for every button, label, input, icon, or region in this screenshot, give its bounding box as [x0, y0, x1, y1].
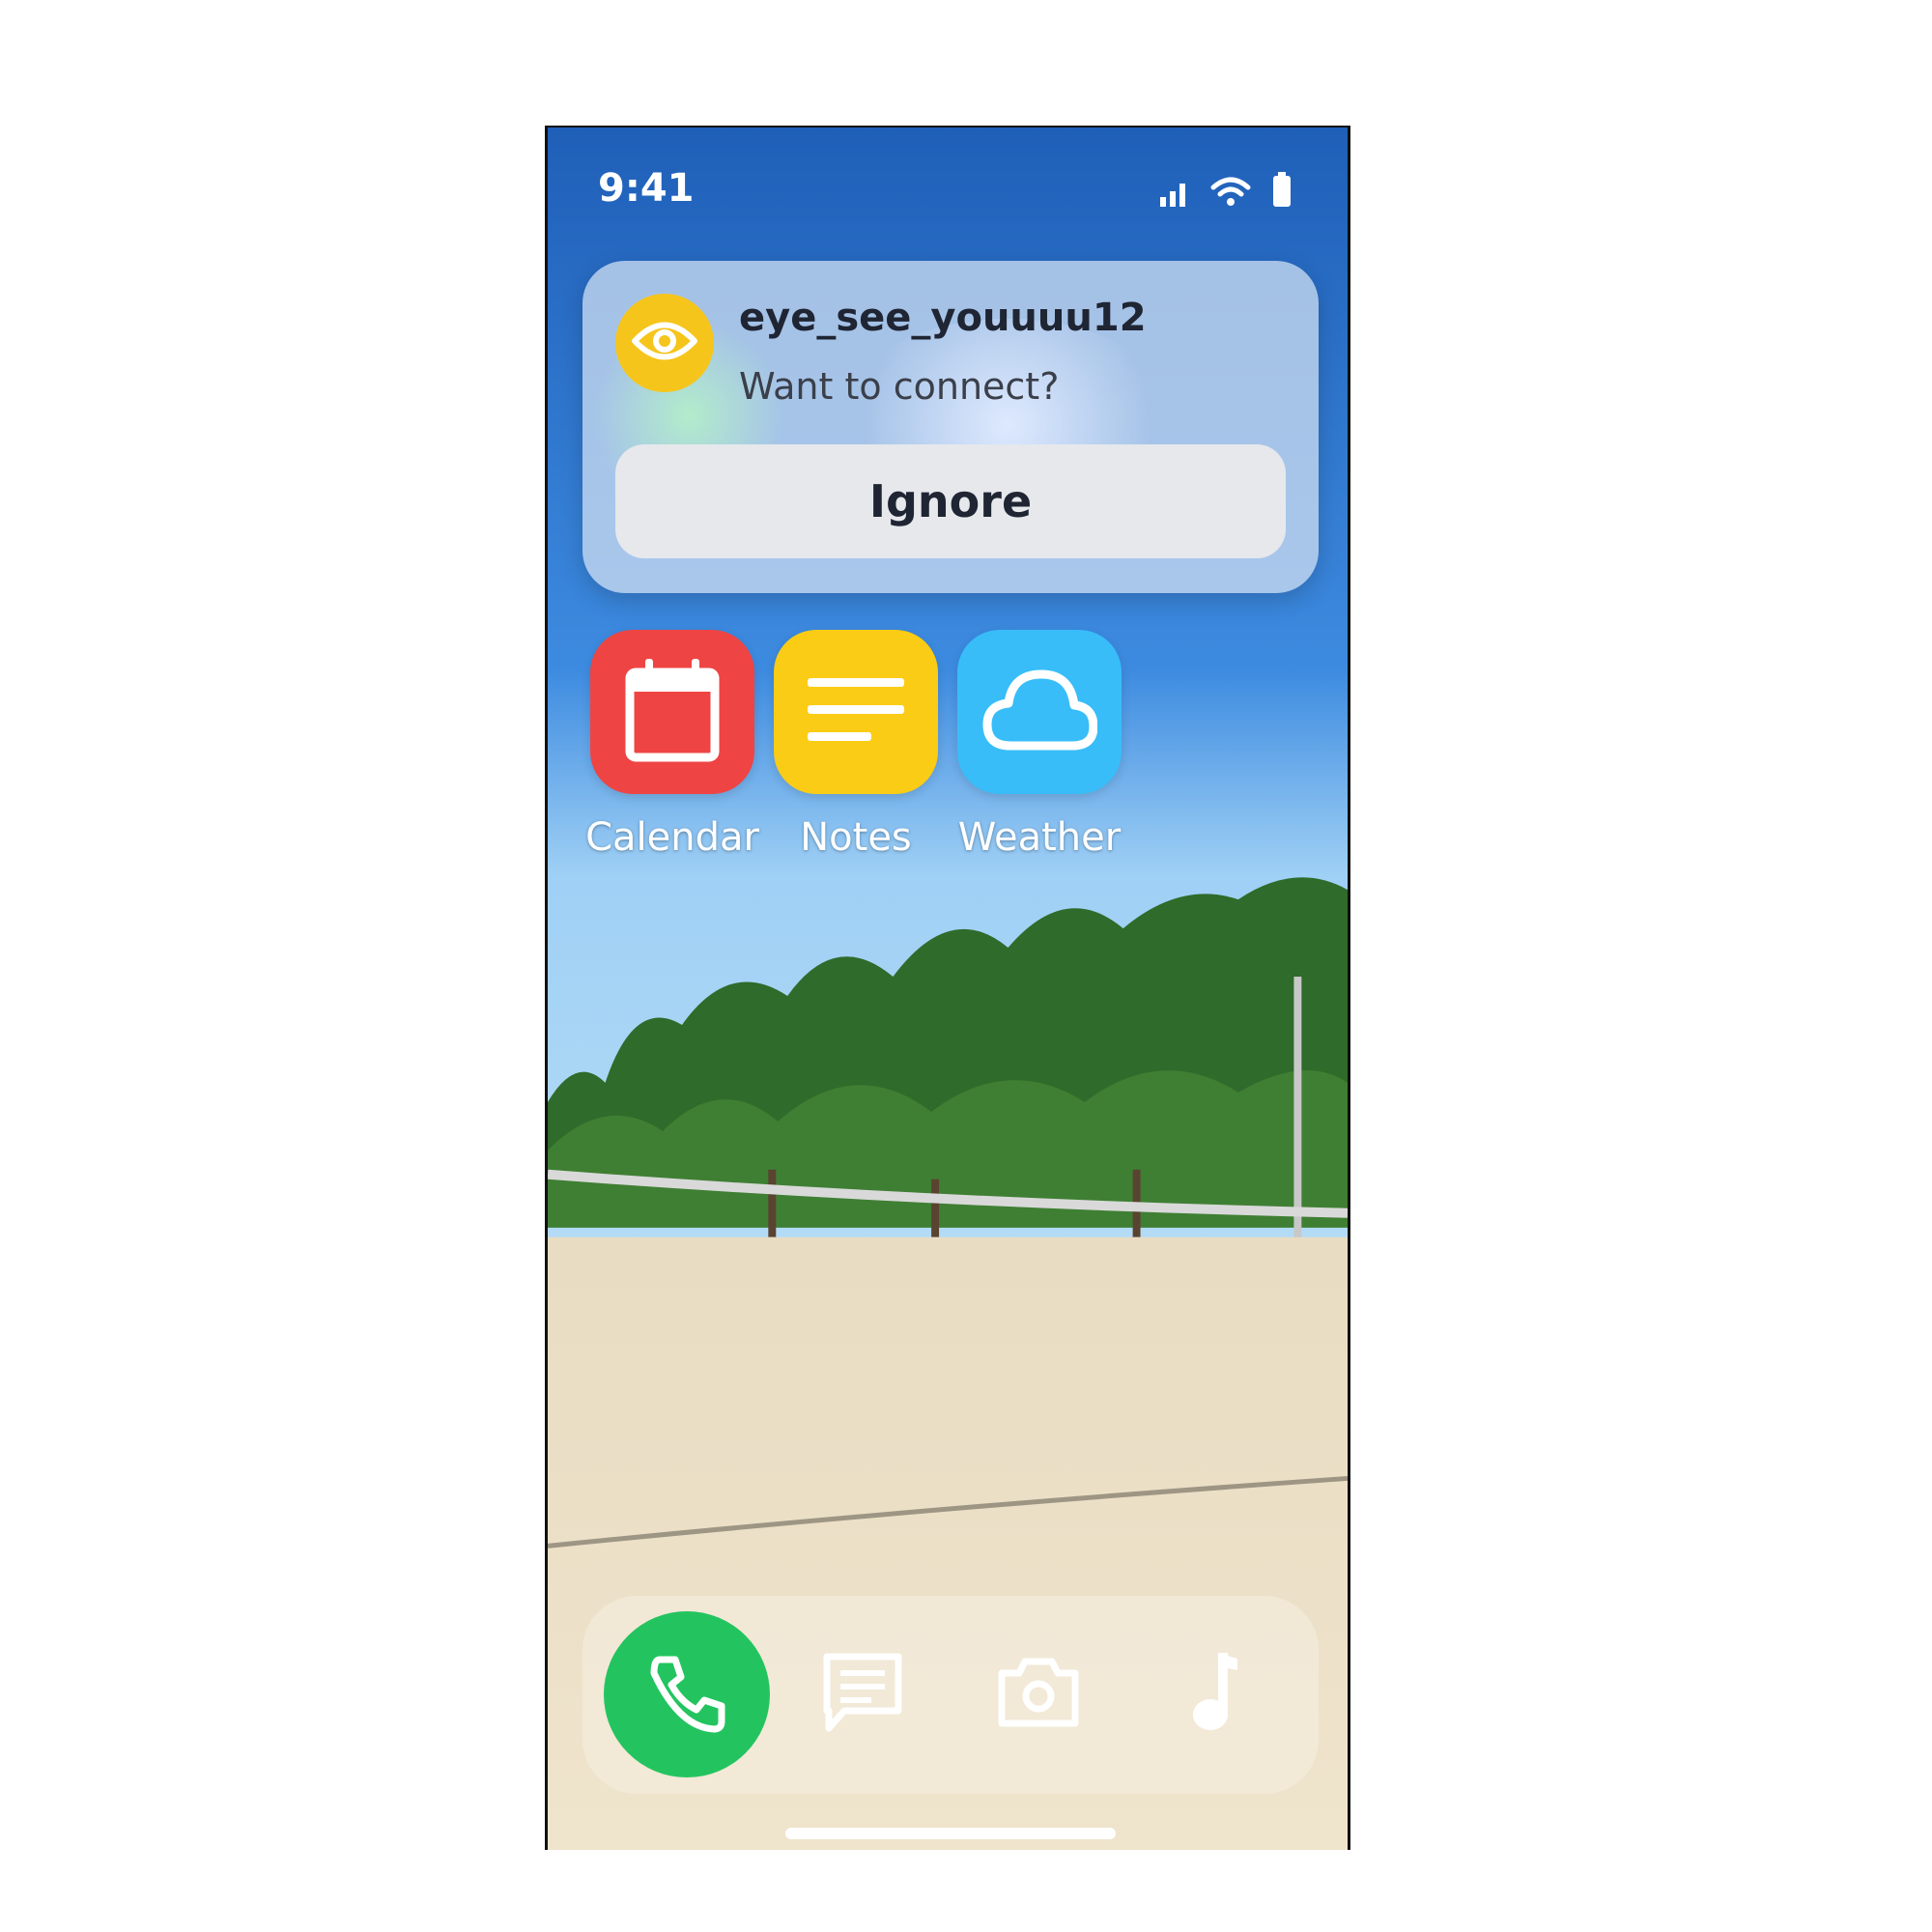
- eye-icon: [631, 317, 698, 369]
- weather-label: Weather: [957, 815, 1122, 860]
- dock-messages[interactable]: [780, 1611, 946, 1777]
- app-calendar[interactable]: Calendar: [585, 630, 759, 860]
- notification-message: Want to connect?: [739, 365, 1060, 408]
- calendar-app-icon[interactable]: [590, 630, 754, 794]
- weather-app-icon[interactable]: [957, 630, 1122, 794]
- notes-icon: [808, 676, 904, 748]
- calendar-label: Calendar: [585, 815, 759, 860]
- dock-phone[interactable]: [604, 1611, 770, 1777]
- dock-music[interactable]: [1131, 1611, 1297, 1777]
- music-icon: [1185, 1651, 1243, 1738]
- camera-icon: [996, 1656, 1081, 1733]
- notes-label: Notes: [800, 815, 912, 860]
- wifi-icon: [1210, 176, 1251, 211]
- status-time: 9:41: [598, 166, 695, 211]
- ignore-button[interactable]: Ignore: [615, 444, 1286, 558]
- sender-avatar: [615, 294, 714, 392]
- phone-icon: [646, 1652, 727, 1737]
- cloud-icon: [981, 667, 1098, 757]
- dock-camera[interactable]: [955, 1611, 1122, 1777]
- dock: [582, 1596, 1319, 1794]
- app-notes[interactable]: Notes: [774, 630, 938, 860]
- message-icon: [821, 1651, 904, 1738]
- notification-sender: eye_see_youuuu12: [739, 296, 1147, 340]
- app-weather[interactable]: Weather: [957, 630, 1122, 860]
- connection-notification[interactable]: eye_see_youuuu12 Want to connect? Ignore: [582, 261, 1319, 593]
- calendar-icon: [624, 657, 721, 767]
- status-bar: 9:41: [548, 128, 1348, 253]
- home-indicator[interactable]: [785, 1828, 1116, 1839]
- signal-icon: [1160, 180, 1189, 211]
- notes-app-icon[interactable]: [774, 630, 938, 794]
- battery-icon: [1272, 172, 1292, 211]
- app-grid: Calendar Notes Weather: [585, 630, 1122, 860]
- phone-screen: 9:41 eye_see_youuuu12 Want to connect? I…: [545, 126, 1350, 1850]
